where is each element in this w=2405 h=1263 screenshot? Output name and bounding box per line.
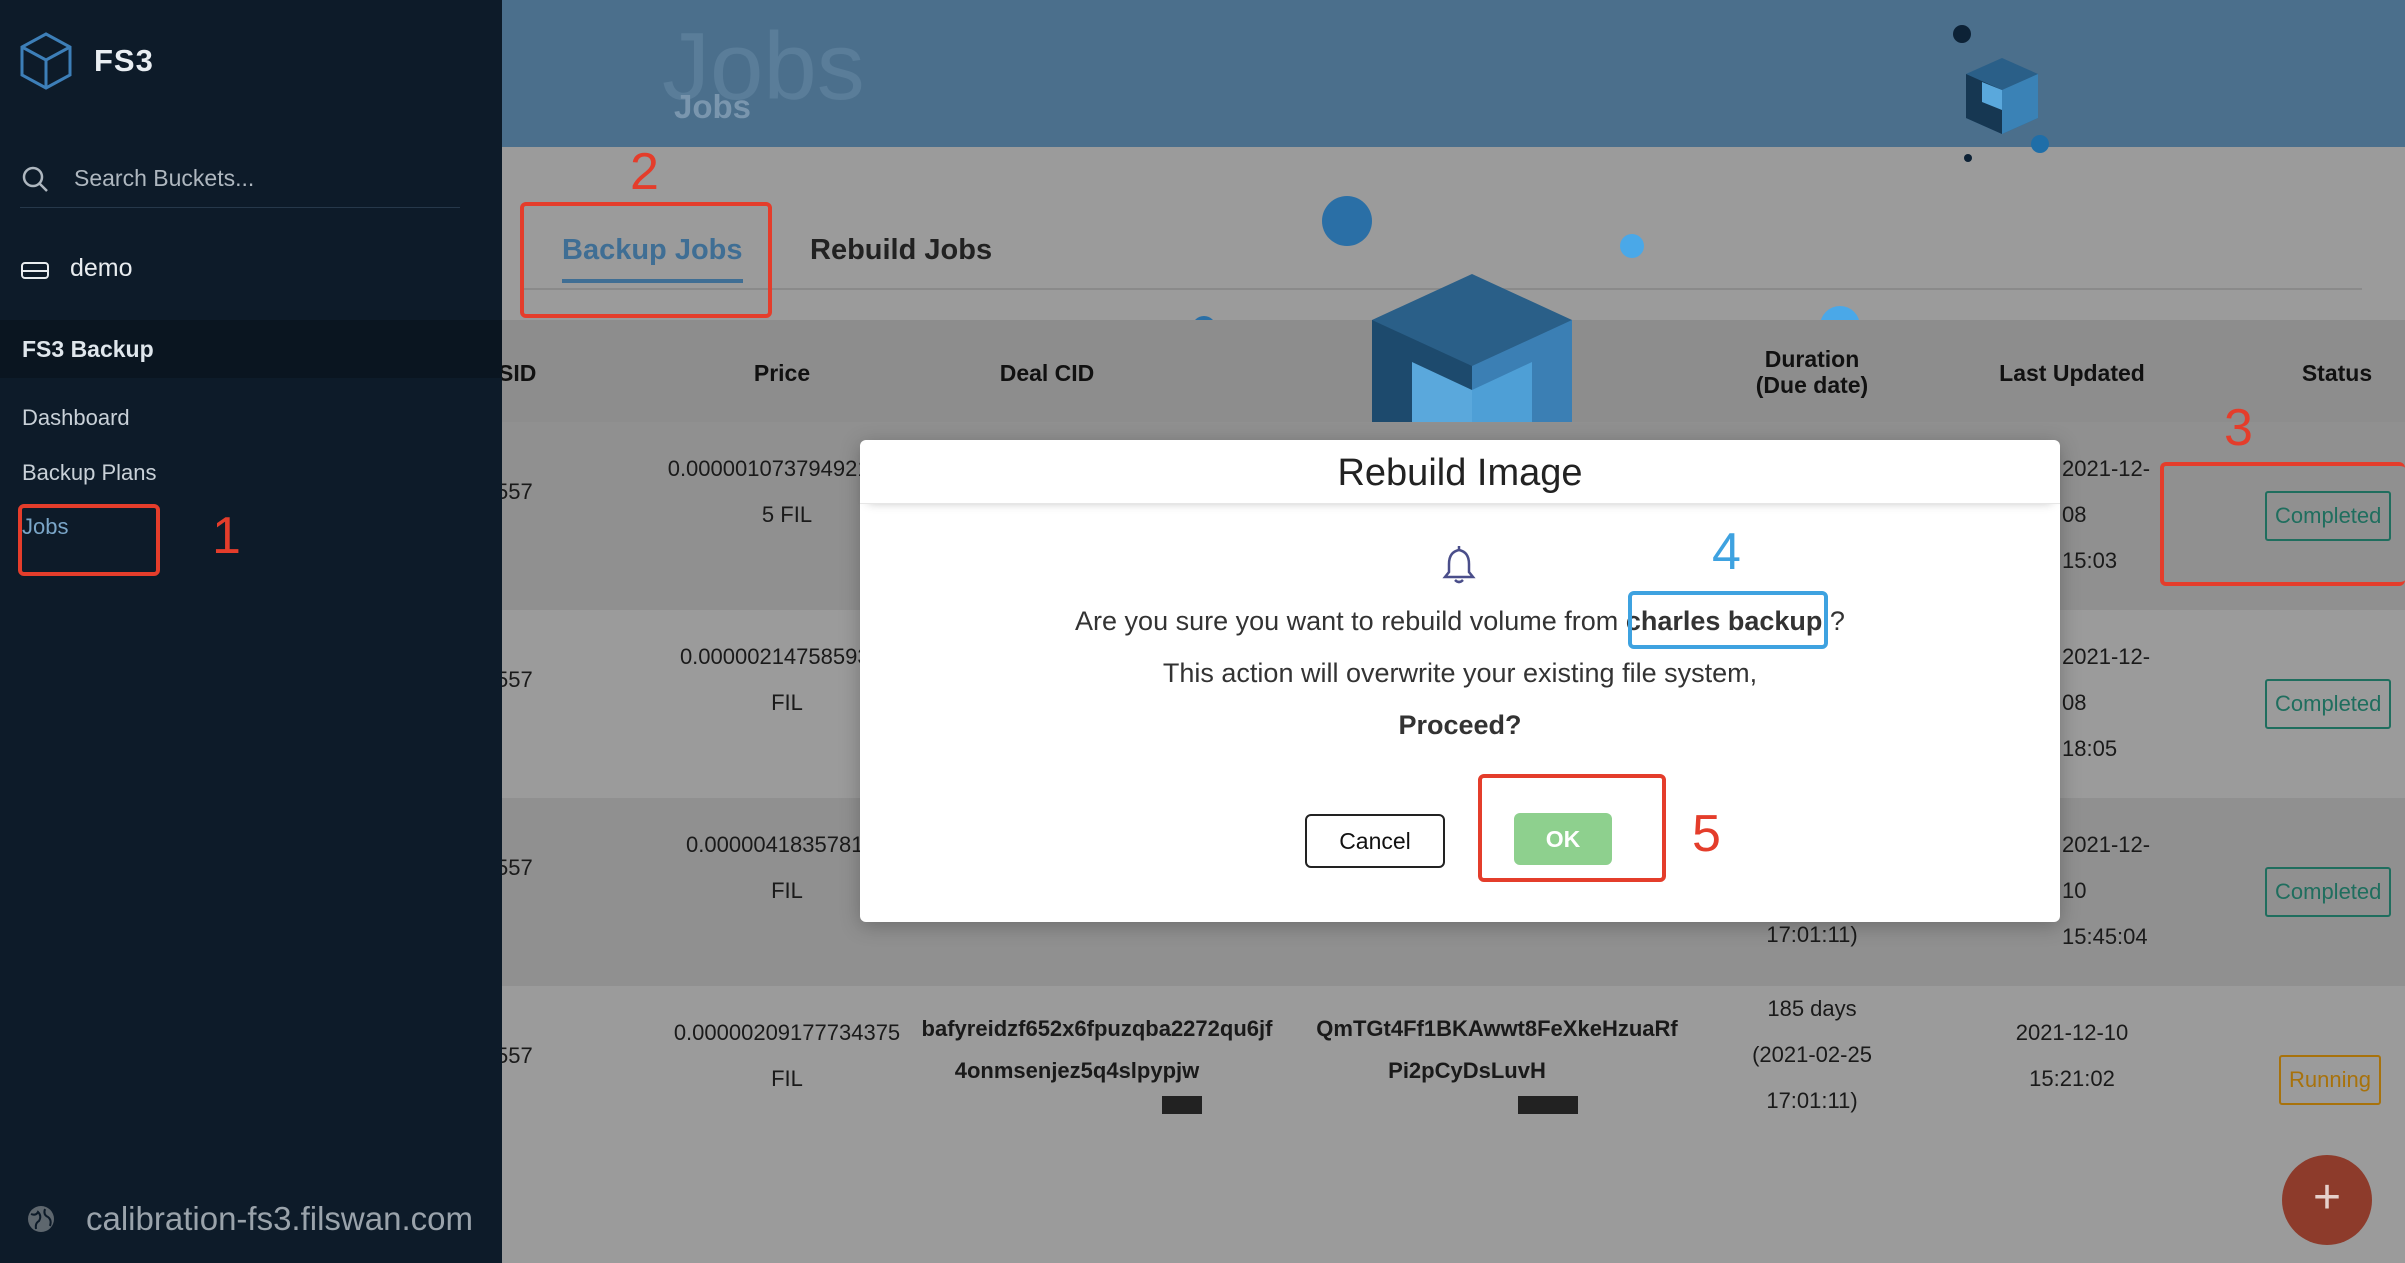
column-header-deal-cid[interactable]: Deal CID <box>972 360 1122 386</box>
redaction-block <box>1518 1096 1578 1114</box>
updated-date: 2021-12-10 <box>2062 832 2151 903</box>
sidebar-item-dashboard[interactable]: Dashboard <box>22 405 130 431</box>
decorative-dot <box>1322 196 1372 246</box>
annotation-box-volume <box>1628 591 1828 649</box>
cell-last-updated: 2021-12-10 15:21:02 <box>2002 1010 2142 1102</box>
brand[interactable]: FS3 <box>20 32 154 90</box>
annotation-number-4: 4 <box>1712 523 1741 581</box>
rebuild-dialog: Rebuild Image Are you sure you want to r… <box>860 440 2060 922</box>
redaction-block <box>1162 1096 1202 1114</box>
footer-url: calibration-fs3.filswan.com <box>86 1200 473 1237</box>
fs3-logo-icon <box>20 32 72 90</box>
annotation-box-ok <box>1478 774 1666 882</box>
decorative-dot <box>1620 234 1644 258</box>
updated-date: 2021-12-10 <box>2015 1020 2129 1045</box>
status-badge: Running <box>2279 1055 2381 1105</box>
dialog-title: Rebuild Image <box>860 440 2060 504</box>
cell-sid: 557 <box>502 667 533 692</box>
dialog-message-line-2: This action will overwrite your existing… <box>1162 658 1758 688</box>
cell-duration: 185 days (2021-02-25 17:01:11) <box>1752 986 1872 1124</box>
column-header-sid[interactable]: SID <box>502 360 536 386</box>
column-header-last-updated[interactable]: Last Updated <box>1992 360 2152 386</box>
sidebar-item-label: demo <box>70 254 133 282</box>
search-icon <box>22 166 48 192</box>
duration-header-sub: (Due date) <box>1755 372 1869 398</box>
cid-line-2: 4onmsenjez5q4slpypjw <box>954 1058 1200 1083</box>
sidebar-item-backup-plans[interactable]: Backup Plans <box>22 460 157 486</box>
duration-time: 17:01:11) <box>1766 1088 1858 1113</box>
status-badge: Completed <box>2265 867 2392 917</box>
sidebar-section-title: FS3 Backup <box>0 320 502 378</box>
updated-time: 18:05 <box>2062 736 2118 761</box>
message-suffix: ? <box>1829 606 1845 636</box>
cell-sid: 557 <box>502 479 533 504</box>
add-button[interactable]: + <box>2282 1155 2372 1245</box>
cancel-button[interactable]: Cancel <box>1305 814 1445 868</box>
cube-decoration-icon <box>1953 25 2049 162</box>
table-row[interactable]: 557 0.00000209177734375 FIL bafyreidzf65… <box>502 986 2405 1174</box>
sidebar: FS3 demo FS3 Backup Dashboard Backup Pla… <box>0 0 502 1263</box>
deal-line-1: QmTGt4Ff1BKAwwt8FeXkeHzuaRf <box>1316 1016 1678 1041</box>
updated-time: 15:03 <box>2062 548 2118 573</box>
tab-rebuild-jobs[interactable]: Rebuild Jobs <box>810 234 992 267</box>
sidebar-item-bucket[interactable]: demo <box>20 254 133 283</box>
page-title: Jobs <box>674 88 752 125</box>
cell-last-updated: 2021-12-08 18:05 <box>2062 634 2162 772</box>
updated-date: 2021-12-08 <box>2062 456 2151 527</box>
globe-icon <box>28 1206 54 1232</box>
column-header-price[interactable]: Price <box>722 360 842 386</box>
page-header: Jobs Jobs <box>502 0 2405 162</box>
annotation-number-1: 1 <box>212 507 241 565</box>
annotation-number-5: 5 <box>1692 805 1721 863</box>
cell-sid: 557 <box>502 855 533 880</box>
deal-line-2: Pi2pCyDsLuvH <box>1388 1058 1546 1083</box>
updated-time: 15:45:04 <box>2062 924 2148 949</box>
annotation-number-3: 3 <box>2224 399 2253 457</box>
message-prefix: Are you sure you want to rebuild volume … <box>1075 606 1619 636</box>
search-input[interactable] <box>74 165 434 192</box>
sidebar-footer[interactable]: calibration-fs3.filswan.com <box>26 1200 473 1238</box>
app-name: FS3 <box>94 43 154 78</box>
updated-date: 2021-12-08 <box>2062 644 2151 715</box>
bell-icon <box>1442 546 1476 584</box>
cell-payload-cid: bafyreidzf652x6fpuzqba2272qu6jf 4onmsenj… <box>902 1008 1292 1092</box>
search-bar <box>20 150 460 208</box>
status-badge: Completed <box>2265 679 2392 729</box>
annotation-box-jobs <box>18 504 160 576</box>
cell-last-updated: 2021-12-08 15:03 <box>2062 446 2162 584</box>
updated-time: 15:21:02 <box>2029 1066 2115 1091</box>
duration-date: (2021-02-25 <box>1752 1042 1872 1067</box>
column-header-duration[interactable]: Duration (Due date) <box>1752 346 1872 398</box>
annotation-box-backup-jobs <box>520 202 772 318</box>
cell-deal-cid: QmTGt4Ff1BKAwwt8FeXkeHzuaRf Pi2pCyDsLuvH <box>1302 1008 1692 1092</box>
column-header-status[interactable]: Status <box>2292 360 2382 386</box>
cid-line-1: bafyreidzf652x6fpuzqba2272qu6jf <box>921 1016 1273 1041</box>
dialog-message-line-1: Are you sure you want to rebuild volume … <box>860 606 2060 637</box>
bucket-drive-icon <box>21 261 49 279</box>
duration-days: 185 days <box>1767 996 1857 1021</box>
dialog-message-line-3: Proceed? <box>1398 710 1522 740</box>
cell-last-updated: 2021-12-10 15:45:04 <box>2062 822 2172 960</box>
cell-sid: 557 <box>502 1043 533 1068</box>
annotation-box-status <box>2160 462 2405 586</box>
duration-header-label: Duration <box>1764 346 1860 372</box>
annotation-number-2: 2 <box>630 143 659 201</box>
